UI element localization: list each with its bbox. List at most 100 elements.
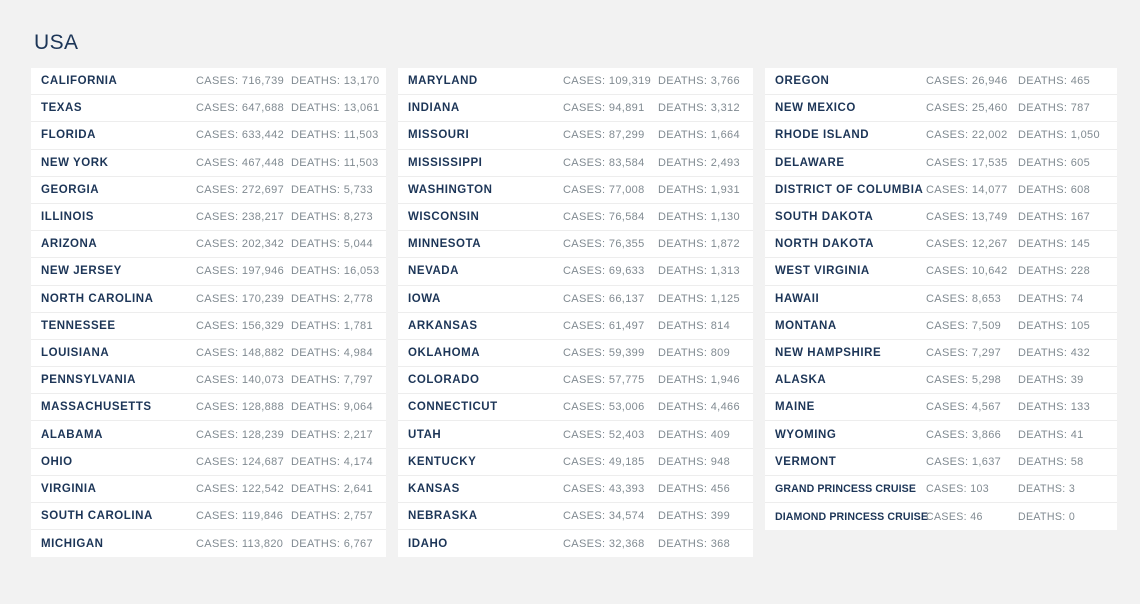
table-row[interactable]: CALIFORNIA CASES: 716,739 DEATHS: 13,170 [31,68,386,96]
table-row[interactable]: WISCONSIN CASES: 76,584 DEATHS: 1,130 [398,204,753,232]
deaths-value: DEATHS: 228 [1018,265,1091,278]
table-row[interactable]: MARYLAND CASES: 109,319 DEATHS: 3,766 [398,68,753,96]
deaths-value: DEATHS: 39 [1018,374,1084,387]
table-row[interactable]: MISSISSIPPI CASES: 83,584 DEATHS: 2,493 [398,150,753,177]
table-row[interactable]: FLORIDA CASES: 633,442 DEATHS: 11,503 [31,122,386,150]
state-name: INDIANA [408,102,460,115]
cases-value: CASES: 14,077 [926,183,1008,196]
table-row[interactable]: NEW MEXICO CASES: 25,460 DEATHS: 787 [765,95,1117,123]
table-row[interactable]: NEW YORK CASES: 467,448 DEATHS: 11,503 [31,150,386,177]
cases-value: CASES: 66,137 [563,292,645,305]
table-row[interactable]: MINNESOTA CASES: 76,355 DEATHS: 1,872 [398,231,753,259]
table-row[interactable]: GRAND PRINCESS CRUISE CASES: 103 DEATHS: 3 [765,476,1117,503]
cases-value: CASES: 238,217 [196,211,285,224]
table-row[interactable]: DISTRICT OF COLUMBIA CASES: 14,077 DEATHS:… [765,177,1117,204]
table-row[interactable]: VERMONT CASES: 1,637 DEATHS: 58 [765,449,1117,476]
table-row[interactable]: WYOMING CASES: 3,866 DEATHS: 41 [765,421,1117,449]
table-row[interactable]: OHIO CASES: 124,687 DEATHS: 4,174 [31,449,386,476]
state-name: OREGON [775,75,830,88]
table-row[interactable]: NORTH DAKOTA CASES: 12,267 DEATHS: 145 [765,231,1117,259]
cases-value: CASES: 22,002 [926,129,1008,142]
table-row[interactable]: TENNESSEE CASES: 156,329 DEATHS: 1,781 [31,313,386,340]
table-row[interactable]: NEW JERSEY CASES: 197,946 DEATHS: 16,053 [31,258,386,286]
table-row[interactable]: NEW HAMPSHIRE CASES: 7,297 DEATHS: 432 [765,340,1117,368]
table-row[interactable]: WASHINGTON CASES: 77,008 DEATHS: 1,931 [398,177,753,204]
cases-value: CASES: 272,697 [196,183,285,196]
table-row[interactable]: MISSOURI CASES: 87,299 DEATHS: 1,664 [398,122,753,150]
table-row[interactable]: MICHIGAN CASES: 113,820 DEATHS: 6,767 [31,530,386,557]
deaths-value: DEATHS: 814 [658,319,731,332]
cases-value: CASES: 4,567 [926,401,1002,414]
state-name: SOUTH DAKOTA [775,211,874,224]
state-name: NEW YORK [41,156,109,169]
table-row[interactable]: KANSAS CASES: 43,393 DEATHS: 456 [398,476,753,503]
table-row[interactable]: NEVADA CASES: 69,633 DEATHS: 1,313 [398,258,753,286]
cases-value: CASES: 83,584 [563,156,645,169]
table-row[interactable]: PENNSYLVANIA CASES: 140,073 DEATHS: 7,797 [31,367,386,395]
deaths-value: DEATHS: 5,733 [291,183,373,196]
cases-value: CASES: 8,653 [926,292,1002,305]
cases-value: CASES: 124,687 [196,455,285,468]
deaths-value: DEATHS: 13,170 [291,75,380,88]
table-row[interactable]: TEXAS CASES: 647,688 DEATHS: 13,061 [31,95,386,123]
table-row[interactable]: OKLAHOMA CASES: 59,399 DEATHS: 809 [398,340,753,368]
state-name: VIRGINIA [41,482,97,495]
table-row[interactable]: INDIANA CASES: 94,891 DEATHS: 3,312 [398,95,753,123]
table-row[interactable]: IDAHO CASES: 32,368 DEATHS: 368 [398,530,753,557]
table-row[interactable]: NEBRASKA CASES: 34,574 DEATHS: 399 [398,503,753,531]
cases-value: CASES: 34,574 [563,510,645,523]
deaths-value: DEATHS: 1,781 [291,319,373,332]
table-row[interactable]: HAWAII CASES: 8,653 DEATHS: 74 [765,286,1117,313]
table-row[interactable]: UTAH CASES: 52,403 DEATHS: 409 [398,421,753,449]
state-name: MICHIGAN [41,537,104,550]
table-row[interactable]: RHODE ISLAND CASES: 22,002 DEATHS: 1,050 [765,122,1117,150]
table-row[interactable]: CONNECTICUT CASES: 53,006 DEATHS: 4,466 [398,394,753,422]
table-row[interactable]: IOWA CASES: 66,137 DEATHS: 1,125 [398,286,753,313]
table-row[interactable]: DIAMOND PRINCESS CRUISE CASES: 46 DEATHS: … [765,503,1117,530]
deaths-value: DEATHS: 3,766 [658,75,740,88]
table-row[interactable]: MONTANA CASES: 7,509 DEATHS: 105 [765,313,1117,340]
deaths-value: DEATHS: 432 [1018,346,1091,359]
state-name: DELAWARE [775,156,845,169]
state-name: ALASKA [775,374,827,387]
table-row[interactable]: NORTH CAROLINA CASES: 170,239 DEATHS: 2,77… [31,286,386,313]
table-row[interactable]: MAINE CASES: 4,567 DEATHS: 133 [765,394,1117,422]
table-row[interactable]: ALABAMA CASES: 128,239 DEATHS: 2,217 [31,421,386,449]
cases-value: CASES: 77,008 [563,183,645,196]
table-row[interactable]: ALASKA CASES: 5,298 DEATHS: 39 [765,367,1117,395]
deaths-value: DEATHS: 16,053 [291,265,380,278]
deaths-value: DEATHS: 409 [658,428,731,441]
table-row[interactable]: MASSACHUSETTS CASES: 128,888 DEATHS: 9,064 [31,394,386,422]
table-row[interactable]: ARKANSAS CASES: 61,497 DEATHS: 814 [398,313,753,340]
table-row[interactable]: OREGON CASES: 26,946 DEATHS: 465 [765,68,1117,96]
deaths-value: DEATHS: 58 [1018,455,1084,468]
table-row[interactable]: SOUTH CAROLINA CASES: 119,846 DEATHS: 2,75… [31,503,386,531]
table-row[interactable]: ARIZONA CASES: 202,342 DEATHS: 5,044 [31,231,386,259]
table-row[interactable]: WEST VIRGINIA CASES: 10,642 DEATHS: 228 [765,258,1117,286]
cases-value: CASES: 113,820 [196,537,284,550]
cases-value: CASES: 53,006 [563,401,645,414]
state-name: WASHINGTON [408,183,493,196]
deaths-value: DEATHS: 1,872 [658,238,740,251]
deaths-value: DEATHS: 1,946 [658,374,740,387]
table-row[interactable]: KENTUCKY CASES: 49,185 DEATHS: 948 [398,449,753,476]
table-row[interactable]: ILLINOIS CASES: 238,217 DEATHS: 8,273 [31,204,386,232]
table-row[interactable]: COLORADO CASES: 57,775 DEATHS: 1,946 [398,367,753,395]
state-name: NEBRASKA [408,510,478,523]
table-row[interactable]: GEORGIA CASES: 272,697 DEATHS: 5,733 [31,177,386,204]
cases-value: CASES: 87,299 [563,129,645,142]
deaths-value: DEATHS: 1,313 [658,265,740,278]
deaths-value: DEATHS: 11,503 [291,129,379,142]
table-row[interactable]: DELAWARE CASES: 17,535 DEATHS: 605 [765,150,1117,177]
state-name: MAINE [775,401,815,414]
table-row[interactable]: VIRGINIA CASES: 122,542 DEATHS: 2,641 [31,476,386,503]
cases-value: CASES: 633,442 [196,129,285,142]
cases-value: CASES: 12,267 [926,238,1008,251]
deaths-value: DEATHS: 465 [1018,75,1091,88]
state-name: OKLAHOMA [408,346,481,359]
cases-value: CASES: 43,393 [563,482,645,495]
cases-value: CASES: 467,448 [196,156,285,169]
deaths-value: DEATHS: 1,130 [658,211,740,224]
table-row[interactable]: SOUTH DAKOTA CASES: 13,749 DEATHS: 167 [765,204,1117,232]
table-row[interactable]: LOUISIANA CASES: 148,882 DEATHS: 4,984 [31,340,386,368]
